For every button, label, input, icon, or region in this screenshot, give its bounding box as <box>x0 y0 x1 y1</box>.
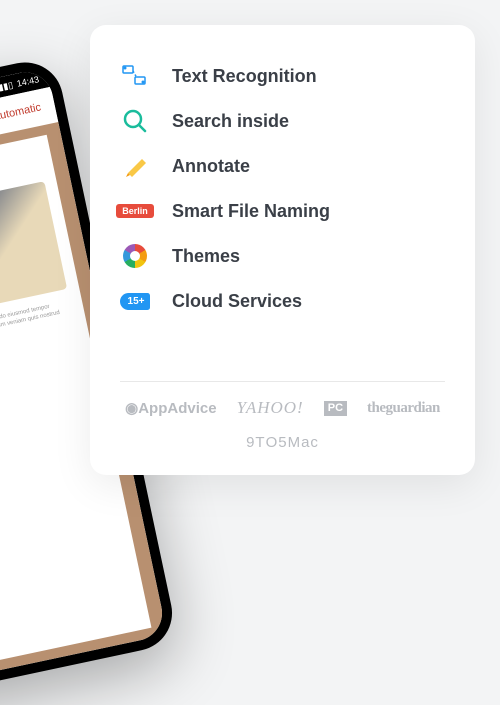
feature-label: Search inside <box>172 111 289 132</box>
search-icon <box>120 106 150 136</box>
automatic-label: Automatic <box>0 101 42 123</box>
feature-list: Text Recognition Search inside Annotate <box>120 61 445 381</box>
press-9to5mac: 9TO5Mac <box>246 434 319 451</box>
feature-themes[interactable]: Themes <box>120 241 445 271</box>
press-guardian: theguardian <box>367 400 440 417</box>
signal-icon: ▮▮▯ <box>0 79 14 93</box>
feature-label: Smart File Naming <box>172 201 330 222</box>
appadvice-icon: ◉ <box>125 400 138 417</box>
press-pcmag: PC <box>324 401 347 416</box>
color-ring-icon <box>120 241 150 271</box>
feature-label: Themes <box>172 246 240 267</box>
cloud-count-badge-icon: 15+ <box>120 286 150 316</box>
feature-search-inside[interactable]: Search inside <box>120 106 445 136</box>
status-time: 14:43 <box>16 74 40 88</box>
press-yahoo: YAHOO! <box>237 398 304 418</box>
feature-label: Annotate <box>172 156 250 177</box>
recipe-text: Lorem ipsum dolor sit amet consectetur a… <box>0 299 74 371</box>
feature-card: Text Recognition Search inside Annotate <box>90 25 475 475</box>
naming-badge-icon: Berlin <box>120 196 150 226</box>
berlin-badge: Berlin <box>116 204 154 218</box>
fifteen-plus-badge: 15+ <box>120 293 151 310</box>
feature-annotate[interactable]: Annotate <box>120 151 445 181</box>
feature-label: Text Recognition <box>172 66 317 87</box>
ocr-icon <box>120 61 150 91</box>
feature-cloud-services[interactable]: 15+ Cloud Services <box>120 286 445 316</box>
press-appadvice: ◉AppAdvice <box>125 399 216 417</box>
feature-text-recognition[interactable]: Text Recognition <box>120 61 445 91</box>
feature-smart-file-naming[interactable]: Berlin Smart File Naming <box>120 196 445 226</box>
automatic-mode-toggle[interactable]: ◎ Automatic <box>0 101 42 127</box>
highlighter-icon <box>120 151 150 181</box>
feature-label: Cloud Services <box>172 291 302 312</box>
press-logos: ◉AppAdvice YAHOO! PC theguardian 9TO5Mac <box>120 381 445 451</box>
